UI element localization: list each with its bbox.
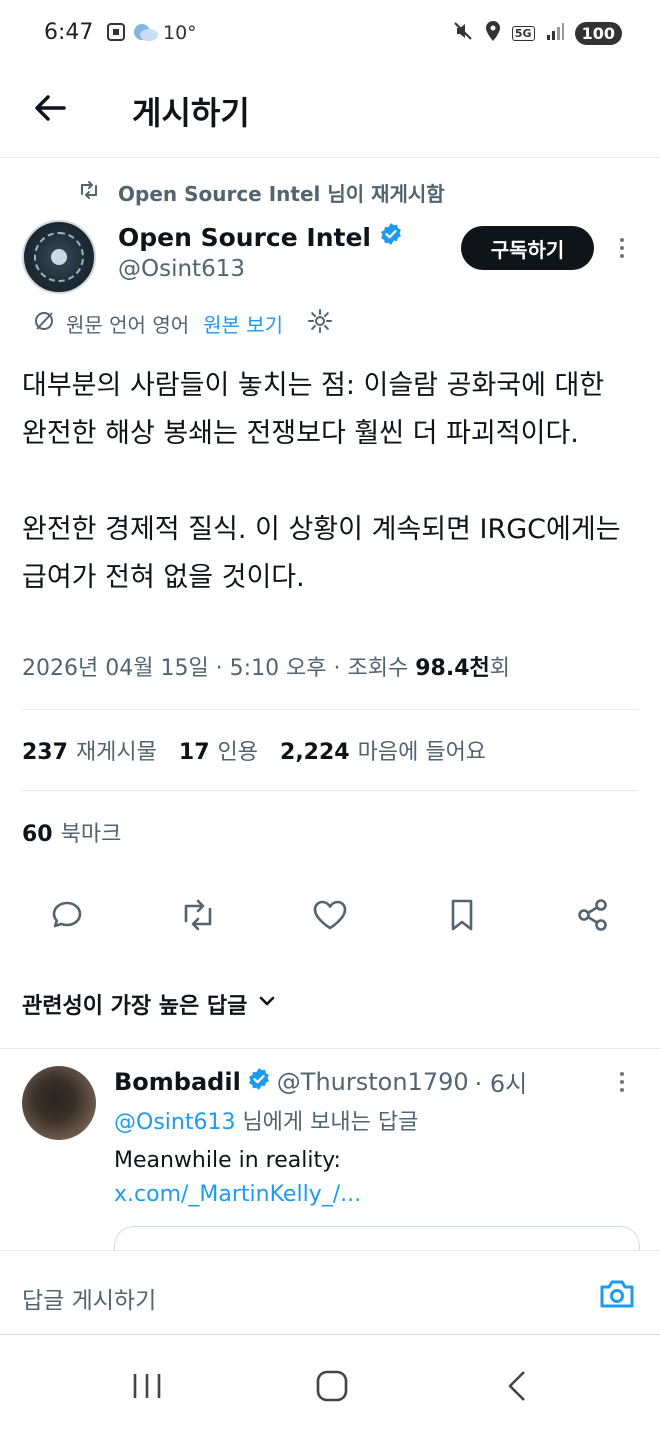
view-suffix: 회 xyxy=(489,656,511,681)
reply-icon[interactable] xyxy=(42,890,92,940)
bookmarks-stat[interactable]: 60 북마크 xyxy=(22,816,121,848)
translation-row: 원문 언어 영어 원본 보기 xyxy=(32,308,333,339)
reply-text: Meanwhile in reality: xyxy=(114,1148,341,1173)
reply-sort-dropdown[interactable]: 관련성이 가장 높은 답글 xyxy=(22,988,277,1020)
reply-author-handle[interactable]: @Thurston1790 xyxy=(277,1068,469,1096)
header-divider xyxy=(0,157,660,158)
more-options-icon[interactable] xyxy=(620,238,624,258)
screenshot-icon xyxy=(106,22,126,46)
post-stats: 237 재게시물 17 인용 2,224 마음에 들어요 xyxy=(22,734,486,766)
post-date: 2026년 04월 15일 · 5:10 오후 · 조회수 xyxy=(22,656,416,681)
top-bar: 게시하기 xyxy=(0,68,660,158)
view-count: 98.4천 xyxy=(415,656,490,681)
status-temperature: 10° xyxy=(163,22,197,44)
weather-icon xyxy=(130,20,160,48)
network-icon: 5G xyxy=(511,25,535,41)
divider xyxy=(22,790,638,791)
repost-icon[interactable] xyxy=(173,890,223,940)
settings-gear-icon[interactable] xyxy=(307,308,333,339)
reply-more-options-icon[interactable] xyxy=(620,1072,624,1092)
location-icon xyxy=(484,20,502,46)
translate-info: 원문 언어 영어 xyxy=(66,313,190,337)
reply-to-handle[interactable]: @Osint613 xyxy=(114,1110,235,1135)
reply-sort-label: 관련성이 가장 높은 답글 xyxy=(22,994,248,1019)
divider xyxy=(0,1048,660,1049)
translate-off-icon xyxy=(32,309,56,338)
reposted-by-label: Open Source Intel 님이 재게시함 xyxy=(118,182,445,206)
author-name: Open Source Intel xyxy=(118,222,371,252)
reply-avatar[interactable] xyxy=(22,1066,96,1140)
post-paragraph: 완전한 경제적 질식. 이 상황이 계속되면 IRGC에게는 급여가 전혀 없을… xyxy=(22,514,621,593)
verified-badge-icon xyxy=(247,1067,271,1097)
back-arrow-icon[interactable] xyxy=(30,88,70,132)
action-bar xyxy=(0,890,660,944)
system-nav-bar xyxy=(0,1334,660,1431)
post-meta: 2026년 04월 15일 · 5:10 오후 · 조회수 98.4천회 xyxy=(22,650,510,682)
status-icons: 5G 100 xyxy=(452,20,622,46)
reply-composer[interactable]: 답글 게시하기 xyxy=(0,1250,660,1333)
home-icon[interactable] xyxy=(314,1369,350,1407)
reply-link[interactable]: x.com/_MartinKelly_/... xyxy=(114,1182,361,1207)
reply-header: Bombadil @Thurston1790 · 6시 xyxy=(114,1064,527,1099)
page-title: 게시하기 xyxy=(132,94,250,132)
reply-input-placeholder[interactable]: 답글 게시하기 xyxy=(22,1281,156,1315)
battery-indicator: 100 xyxy=(574,21,622,45)
author-handle[interactable]: @Osint613 xyxy=(118,256,245,282)
status-bar: 6:47 10° 5G 100 xyxy=(0,0,660,68)
post-body: 대부분의 사람들이 놓치는 점: 이슬람 공화국에 대한 완전한 해상 봉쇄는 … xyxy=(22,362,622,602)
divider xyxy=(22,709,638,710)
system-back-icon[interactable] xyxy=(502,1369,532,1407)
reply-time: · 6시 xyxy=(474,1070,528,1098)
reply-author-name[interactable]: Bombadil xyxy=(114,1068,241,1096)
share-icon[interactable] xyxy=(568,890,618,940)
verified-badge-icon xyxy=(379,222,403,252)
post-paragraph: 대부분의 사람들이 놓치는 점: 이슬람 공화국에 대한 완전한 해상 봉쇄는 … xyxy=(22,370,605,449)
bookmark-icon[interactable] xyxy=(437,890,487,940)
signal-icon xyxy=(545,21,565,45)
camera-icon[interactable] xyxy=(598,1277,636,1315)
repost-icon xyxy=(78,180,100,205)
chevron-down-icon xyxy=(257,991,277,1017)
view-original-link[interactable]: 원본 보기 xyxy=(203,309,283,338)
reply-to-suffix: 님에게 보내는 답글 xyxy=(235,1110,419,1135)
status-time: 6:47 xyxy=(44,20,94,45)
author-avatar[interactable] xyxy=(22,220,96,294)
reply-to-line: @Osint613 님에게 보내는 답글 xyxy=(114,1104,418,1136)
mute-icon xyxy=(452,20,474,46)
subscribe-button[interactable]: 구독하기 xyxy=(461,226,594,270)
reposted-by[interactable]: Open Source Intel 님이 재게시함 xyxy=(78,178,445,207)
recent-apps-icon[interactable] xyxy=(130,1371,164,1405)
likes-stat[interactable]: 2,224 마음에 들어요 xyxy=(280,734,486,766)
like-heart-icon[interactable] xyxy=(305,890,355,940)
quotes-stat[interactable]: 17 인용 xyxy=(179,734,258,766)
reposts-stat[interactable]: 237 재게시물 xyxy=(22,734,157,766)
author-name-row[interactable]: Open Source Intel xyxy=(118,222,403,252)
